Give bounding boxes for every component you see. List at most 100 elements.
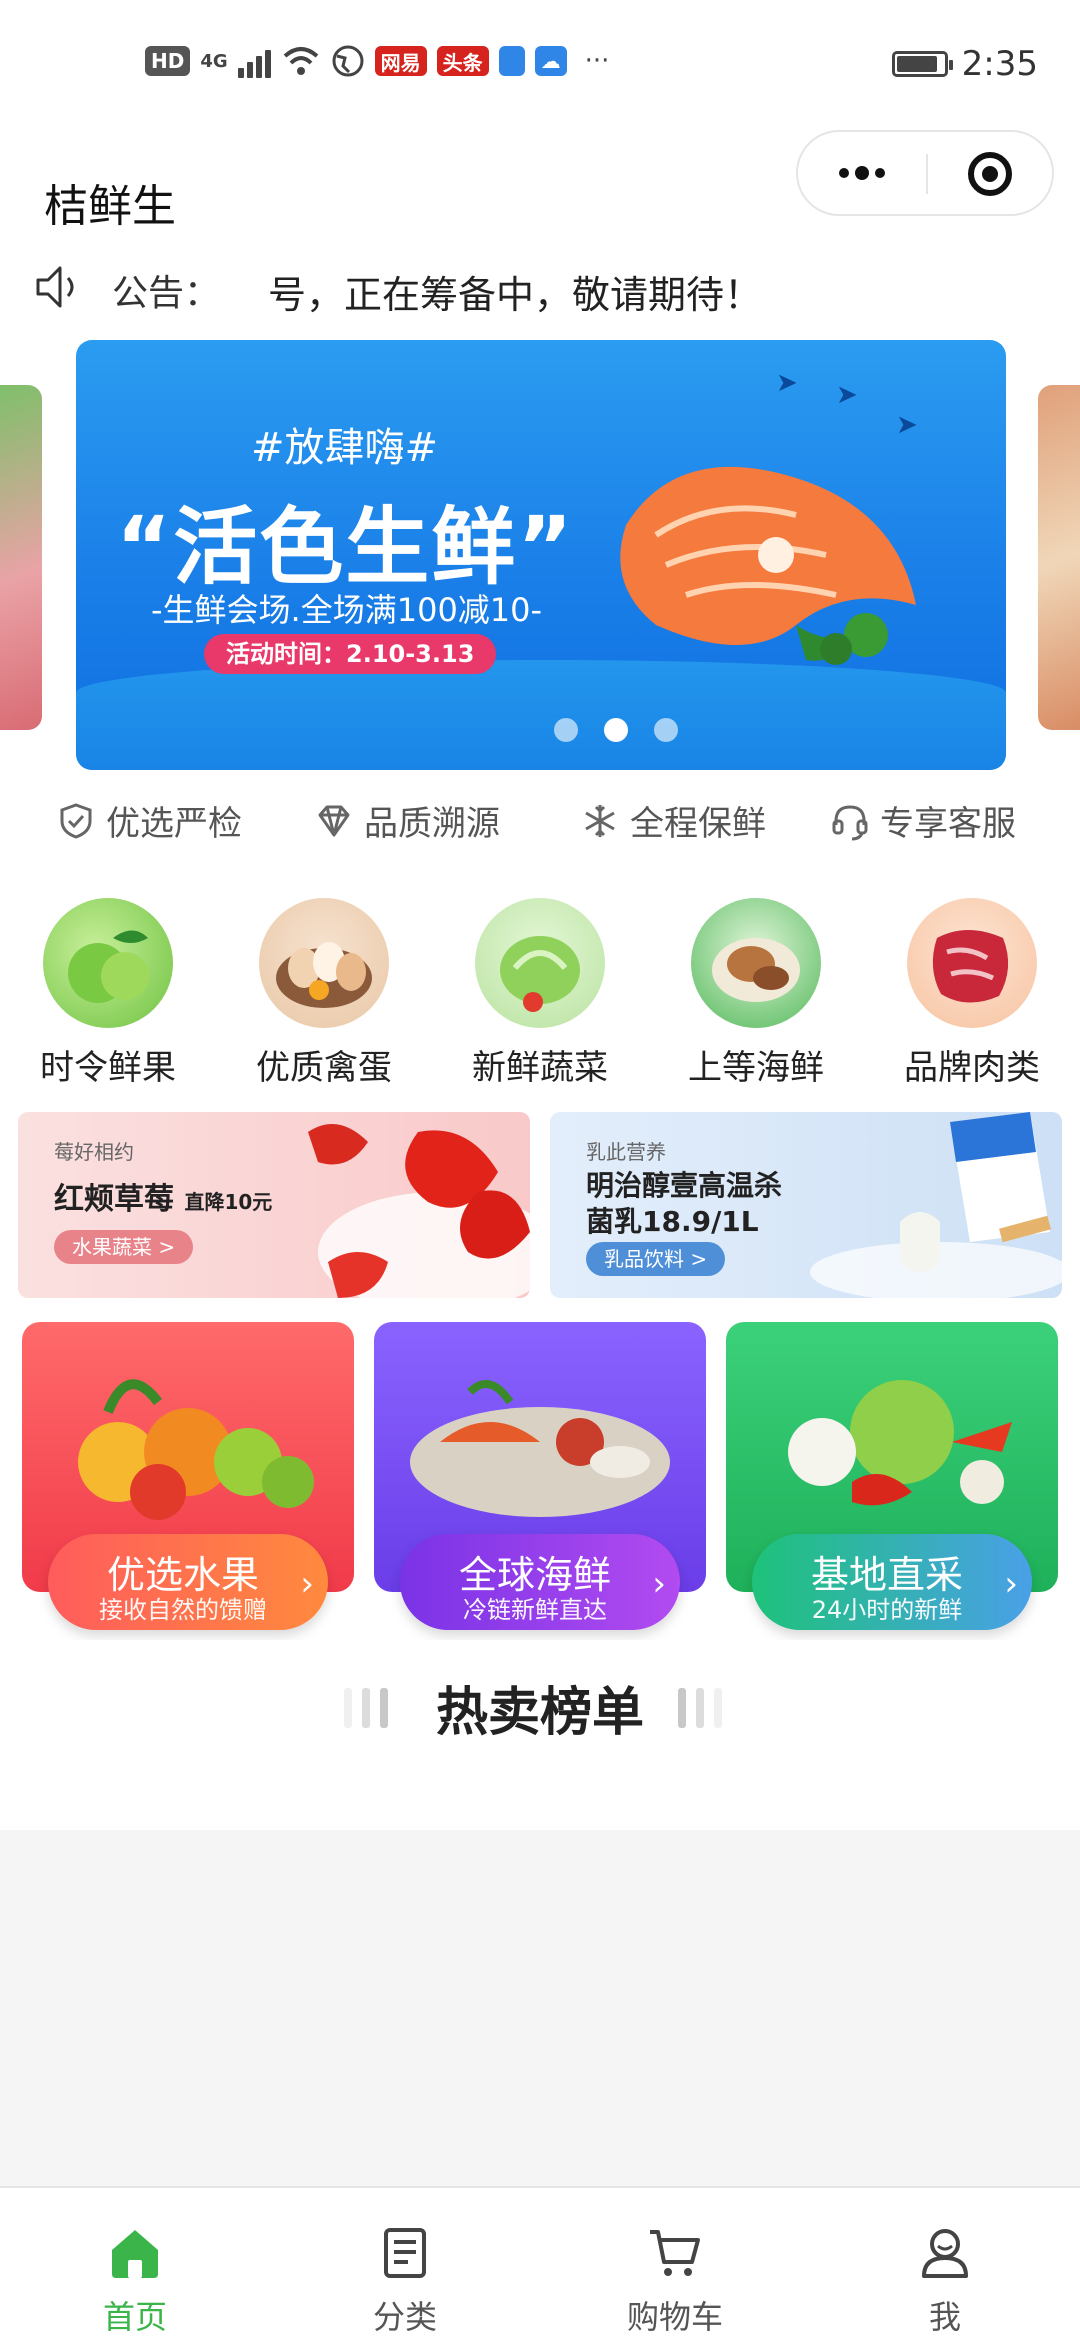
snowflake-icon [585,804,615,837]
banner-slide[interactable]: ➤ ➤ ➤ #放肆嗨# “活色生鲜” -生鲜会场.全场满100减10- 活动时间… [76,340,1006,770]
card-farm-direct[interactable]: 基地直采 24小时的新鲜 › [726,1322,1058,1630]
feature-exclusive-service: 专享客服 [830,796,1016,845]
cloud-app-icon: ☁ [534,46,567,76]
speaker-icon [36,266,74,308]
promo-title: 明治醇壹高温杀 [586,1169,783,1202]
feature-strict-inspection: 优选严检 [56,796,242,845]
tab-label: 首页 [102,2298,167,2336]
category-seafood[interactable]: 上等海鲜 [676,898,836,1089]
wifi-icon [283,47,318,75]
category-label: 上等海鲜 [688,1048,824,1088]
status-bar: HD 4G 网易 头条 ☁ ··· 2:35 [0,0,1080,130]
feature-label: 品质溯源 [364,804,500,844]
tab-me[interactable]: 我 [865,2224,1025,2338]
promo-strawberry[interactable]: 莓好相约 红颊草莓 直降10元 水果蔬菜 > [18,1112,530,1298]
status-right: 2:35 [891,44,1038,84]
tab-cart[interactable]: 购物车 [595,2224,755,2338]
capsule-divider [926,154,928,194]
more-notifications-icon: ··· [584,46,610,76]
carousel-dot[interactable] [654,718,678,742]
card-subtitle: 接收自然的馈赠 [99,1596,267,1624]
service-features: 优选严检 品质溯源 全程保鲜 专享客服 [0,770,1080,870]
vegetables-image [788,1380,1012,1506]
banner-carousel[interactable]: ➤ ➤ ➤ #放肆嗨# “活色生鲜” -生鲜会场.全场满100减10- 活动时间… [0,340,1080,770]
banner-subtitle: -生鲜会场.全场满100减10- [151,591,543,629]
banner-title: “活色生鲜” [116,498,575,596]
feature-label: 全程保鲜 [630,804,766,844]
fish-decoration-icon: ➤ [776,368,798,398]
fish-decoration-icon: ➤ [836,380,858,410]
app-notification-icon [498,46,525,76]
meat-icon [907,898,1037,1028]
hot-list-title: 热卖榜单 [435,1683,644,1743]
card-pill: 全球海鲜 冷链新鲜直达 › [400,1534,680,1630]
category-label: 新鲜蔬菜 [472,1048,608,1088]
category-vegetables[interactable]: 新鲜蔬菜 [460,898,620,1089]
promo-tag[interactable]: 乳品饮料 > [586,1242,726,1276]
shield-check-icon [60,802,92,839]
announcement-label: 公告： [112,273,221,314]
card-selected-fruits[interactable]: 优选水果 接收自然的馈赠 › [22,1322,354,1630]
card-subtitle: 冷链新鲜直达 [463,1596,607,1624]
seafood-icon [691,898,821,1028]
list-icon [384,2228,426,2278]
feature-quality-trace: 品质溯源 [314,796,500,845]
fruit-basket-image [78,1379,314,1520]
salmon-steak-image [620,466,916,665]
card-subtitle: 24小时的新鲜 [811,1596,963,1624]
carousel-dot[interactable] [604,718,628,742]
category-fruit[interactable]: 时令鲜果 [28,898,188,1089]
signal-icon [237,44,271,78]
strawberry-image [308,1124,530,1298]
title-decoration-right [678,1688,722,1728]
tab-label: 分类 [372,2298,437,2336]
promo-title-text: 红颊草莓 [54,1182,174,1217]
category-label: 时令鲜果 [40,1048,176,1088]
promo-discount: 直降10元 [184,1190,273,1214]
network-type: 4G [200,50,228,72]
tab-label: 我 [928,2298,961,2336]
announcement-bar[interactable]: 公告： 号，正在筹备中，敬请期待！ [0,250,1080,340]
card-pill: 基地直采 24小时的新鲜 › [752,1534,1032,1630]
feature-cards: 优选水果 接收自然的馈赠 › 全球海鲜 冷链新鲜直达 › 基地直采 24小时的新… [0,1310,1080,1640]
category-eggs[interactable]: 优质禽蛋 [244,898,404,1089]
prev-banner-peek[interactable] [0,385,42,730]
category-grid: 时令鲜果 优质禽蛋 新鲜蔬菜 上等海鲜 品牌肉类 [0,870,1080,1100]
announcement-text: 号，正在筹备中，敬请期待！ [268,273,763,317]
battery-level [896,56,937,72]
category-meat[interactable]: 品牌肉类 [892,898,1052,1089]
promo-title-line2: 菌乳18.9/1L [586,1205,759,1238]
category-label: 品牌肉类 [904,1048,1040,1088]
tab-category[interactable]: 分类 [325,2224,485,2338]
promo-milk[interactable]: 乳此营养 明治醇壹高温杀 菌乳18.9/1L 乳品饮料 > [550,1112,1062,1298]
promo-banners: 莓好相约 红颊草莓 直降10元 水果蔬菜 > 乳此营养 明治醇壹高温杀 菌乳18… [0,1100,1080,1310]
promo-tag[interactable]: 水果蔬菜 > [54,1230,194,1264]
cabbage-icon [475,898,605,1028]
next-banner-peek[interactable] [1038,385,1080,730]
card-global-seafood[interactable]: 全球海鲜 冷链新鲜直达 › [374,1322,706,1630]
chevron-right-icon: › [652,1564,666,1604]
more-menu-icon[interactable] [826,156,898,190]
mini-program-header: 桔鲜生 [0,130,1080,250]
chevron-right-icon: › [1004,1564,1018,1604]
category-label: 优质禽蛋 [256,1048,392,1088]
promo-kicker: 莓好相约 [54,1140,134,1164]
tab-home[interactable]: 首页 [55,2224,215,2338]
promo-title: 红颊草莓 直降10元 [54,1174,272,1218]
carousel-indicators [554,718,678,742]
tab-label: 购物车 [626,2298,723,2336]
close-target-icon[interactable] [968,152,1012,196]
bottom-tab-bar: 首页 分类 购物车 我 [0,2186,1080,2340]
chevron-right-icon: › [300,1564,314,1604]
user-icon [922,2229,968,2278]
status-left: HD 4G 网易 头条 ☁ ··· [145,44,609,78]
diamond-icon [318,805,350,836]
mini-program-capsule [796,130,1054,216]
milk-carton-image [810,1112,1062,1298]
feature-label: 专享客服 [880,804,1016,844]
headset-icon [832,804,868,840]
feature-fresh-keeping: 全程保鲜 [580,796,766,845]
toutiao-app-icon: 头条 [436,46,489,76]
carousel-dot[interactable] [554,718,578,742]
status-time: 2:35 [961,44,1038,84]
